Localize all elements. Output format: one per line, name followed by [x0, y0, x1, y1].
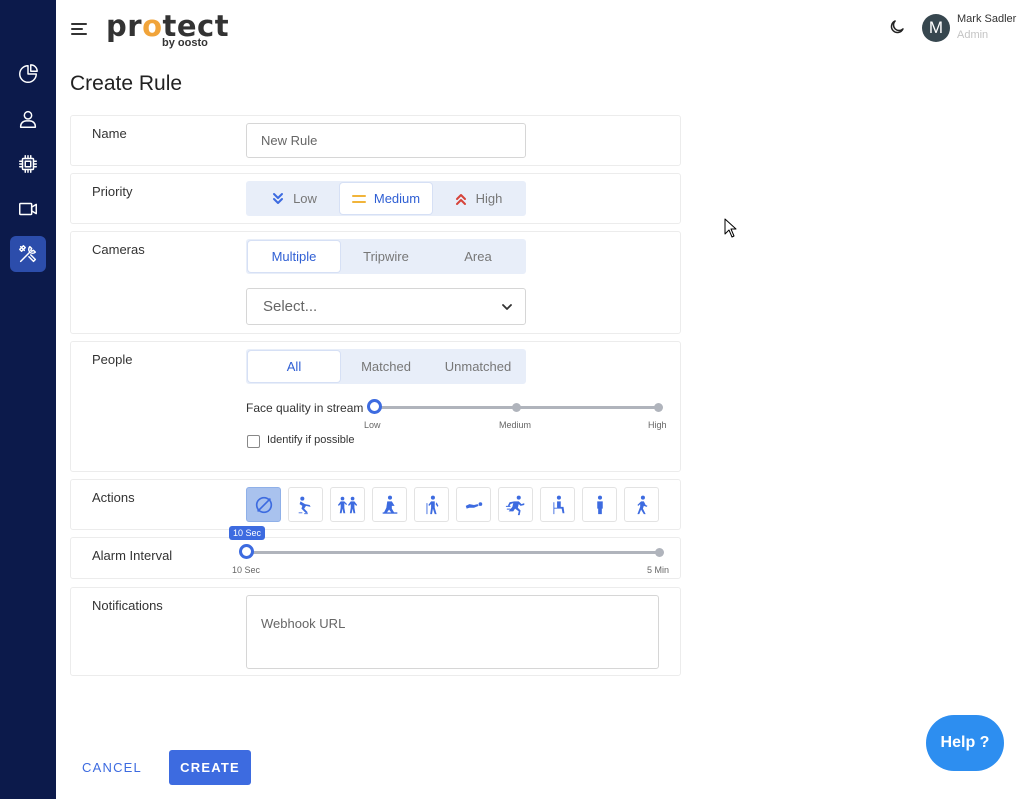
- priority-section: Priority Low Medium High: [70, 173, 681, 224]
- action-fight-button[interactable]: [330, 487, 365, 522]
- sidebar: [0, 0, 56, 799]
- sidebar-item-cameras[interactable]: [10, 191, 46, 227]
- action-fall-button[interactable]: [288, 487, 323, 522]
- cameras-section: Cameras Multiple Tripwire Area Select...: [70, 231, 681, 334]
- actions-label: Actions: [92, 490, 135, 505]
- cameras-select[interactable]: Select...: [246, 288, 526, 325]
- notifications-label: Notifications: [92, 598, 163, 613]
- cameras-tripwire-button[interactable]: Tripwire: [340, 241, 432, 272]
- user-role: Admin: [957, 29, 989, 41]
- notifications-section: Notifications Webhook URL: [70, 587, 681, 676]
- sidebar-item-rules[interactable]: [10, 236, 46, 272]
- cancel-button[interactable]: CANCEL: [70, 751, 154, 783]
- priority-low-label: Low: [293, 191, 317, 206]
- walking-person-icon: [636, 495, 647, 514]
- face-quality-tick-medium: Medium: [499, 420, 532, 430]
- action-stand-button[interactable]: [582, 487, 617, 522]
- mouse-cursor-icon: [724, 218, 737, 238]
- double-chevron-up-icon: [455, 193, 466, 205]
- action-cane-button[interactable]: [414, 487, 449, 522]
- actions-section: Actions: [70, 479, 681, 530]
- user-icon: [19, 110, 37, 128]
- alarm-interval-section: Alarm Interval 10 Sec 5 Min: [70, 537, 681, 579]
- face-quality-label: Face quality in stream: [246, 401, 364, 415]
- chevron-down-icon: [502, 304, 512, 310]
- alarm-interval-value-bubble: 10 Sec: [229, 526, 266, 540]
- pie-chart-icon: [19, 64, 38, 83]
- logo-subtitle: by oosto: [162, 37, 208, 49]
- people-matched-button[interactable]: Matched: [340, 351, 432, 382]
- fighting-icon: [337, 496, 357, 513]
- people-all-button[interactable]: All: [248, 351, 340, 382]
- logo: protect by oosto: [106, 11, 229, 49]
- running-person-icon: [505, 495, 524, 515]
- priority-medium-button[interactable]: Medium: [340, 183, 432, 214]
- people-segmented: All Matched Unmatched: [246, 349, 526, 384]
- double-chevron-down-icon: [273, 192, 284, 204]
- people-label: People: [92, 352, 133, 367]
- name-section: Name New Rule: [70, 115, 681, 166]
- cameras-segmented: Multiple Tripwire Area: [246, 239, 526, 274]
- priority-low-button[interactable]: Low: [248, 183, 340, 214]
- action-none-button[interactable]: [246, 487, 281, 522]
- priority-label: Priority: [92, 184, 133, 199]
- cameras-label: Cameras: [92, 242, 145, 257]
- people-section: People All Matched Unmatched Face qualit…: [70, 341, 681, 472]
- help-button[interactable]: Help ?: [926, 715, 1004, 771]
- sitting-person-icon: [552, 495, 564, 514]
- action-crouch-button[interactable]: [372, 487, 407, 522]
- action-run-button[interactable]: [498, 487, 533, 522]
- priority-high-label: High: [475, 191, 503, 206]
- equals-icon: [351, 194, 366, 203]
- name-label: Name: [92, 126, 127, 141]
- face-quality-mark-medium: [512, 403, 521, 412]
- tools-icon: [19, 245, 37, 263]
- action-sit-button[interactable]: [540, 487, 575, 522]
- name-input[interactable]: New Rule: [246, 123, 526, 158]
- webhook-url-input[interactable]: Webhook URL: [246, 595, 659, 669]
- page-title: Create Rule: [70, 72, 183, 95]
- alarm-interval-min-label: 10 Sec: [232, 565, 261, 575]
- none-icon: [255, 496, 272, 513]
- person-with-cane-icon: [426, 495, 438, 514]
- cameras-select-placeholder: Select...: [263, 298, 318, 315]
- identify-label: Identify if possible: [267, 434, 355, 446]
- alarm-interval-end-mark: [655, 548, 664, 557]
- create-button[interactable]: CREATE: [169, 750, 251, 785]
- sidebar-item-devices[interactable]: [10, 146, 46, 182]
- face-quality-tick-low: Low: [364, 420, 381, 430]
- standing-person-icon: [596, 495, 603, 514]
- sidebar-item-people[interactable]: [10, 101, 46, 137]
- alarm-interval-track[interactable]: [246, 551, 659, 554]
- face-quality-tick-high: High: [648, 420, 667, 430]
- alarm-interval-max-label: 5 Min: [647, 565, 670, 575]
- dark-mode-toggle-icon[interactable]: [888, 18, 906, 36]
- cameras-multiple-button[interactable]: Multiple: [248, 241, 340, 272]
- priority-high-button[interactable]: High: [432, 183, 524, 214]
- video-camera-icon: [19, 202, 37, 216]
- user-name: Mark Sadler: [957, 13, 1017, 25]
- alarm-interval-thumb[interactable]: [239, 544, 254, 559]
- identify-checkbox[interactable]: [247, 435, 260, 448]
- crouching-person-icon: [382, 495, 397, 514]
- priority-segmented: Low Medium High: [246, 181, 526, 216]
- action-walk-button[interactable]: [624, 487, 659, 522]
- cameras-area-button[interactable]: Area: [432, 241, 524, 272]
- face-quality-mark-high: [654, 403, 663, 412]
- lying-person-icon: [465, 501, 482, 509]
- avatar[interactable]: M: [922, 14, 950, 42]
- alarm-interval-label: Alarm Interval: [92, 548, 173, 563]
- sidebar-item-dashboard[interactable]: [10, 56, 46, 92]
- falling-person-icon: [298, 496, 311, 514]
- people-unmatched-button[interactable]: Unmatched: [432, 351, 524, 382]
- face-quality-thumb[interactable]: [367, 399, 382, 414]
- priority-medium-label: Medium: [373, 191, 421, 206]
- action-lying-button[interactable]: [456, 487, 491, 522]
- chip-icon: [19, 155, 37, 173]
- menu-toggle-icon[interactable]: [70, 20, 90, 38]
